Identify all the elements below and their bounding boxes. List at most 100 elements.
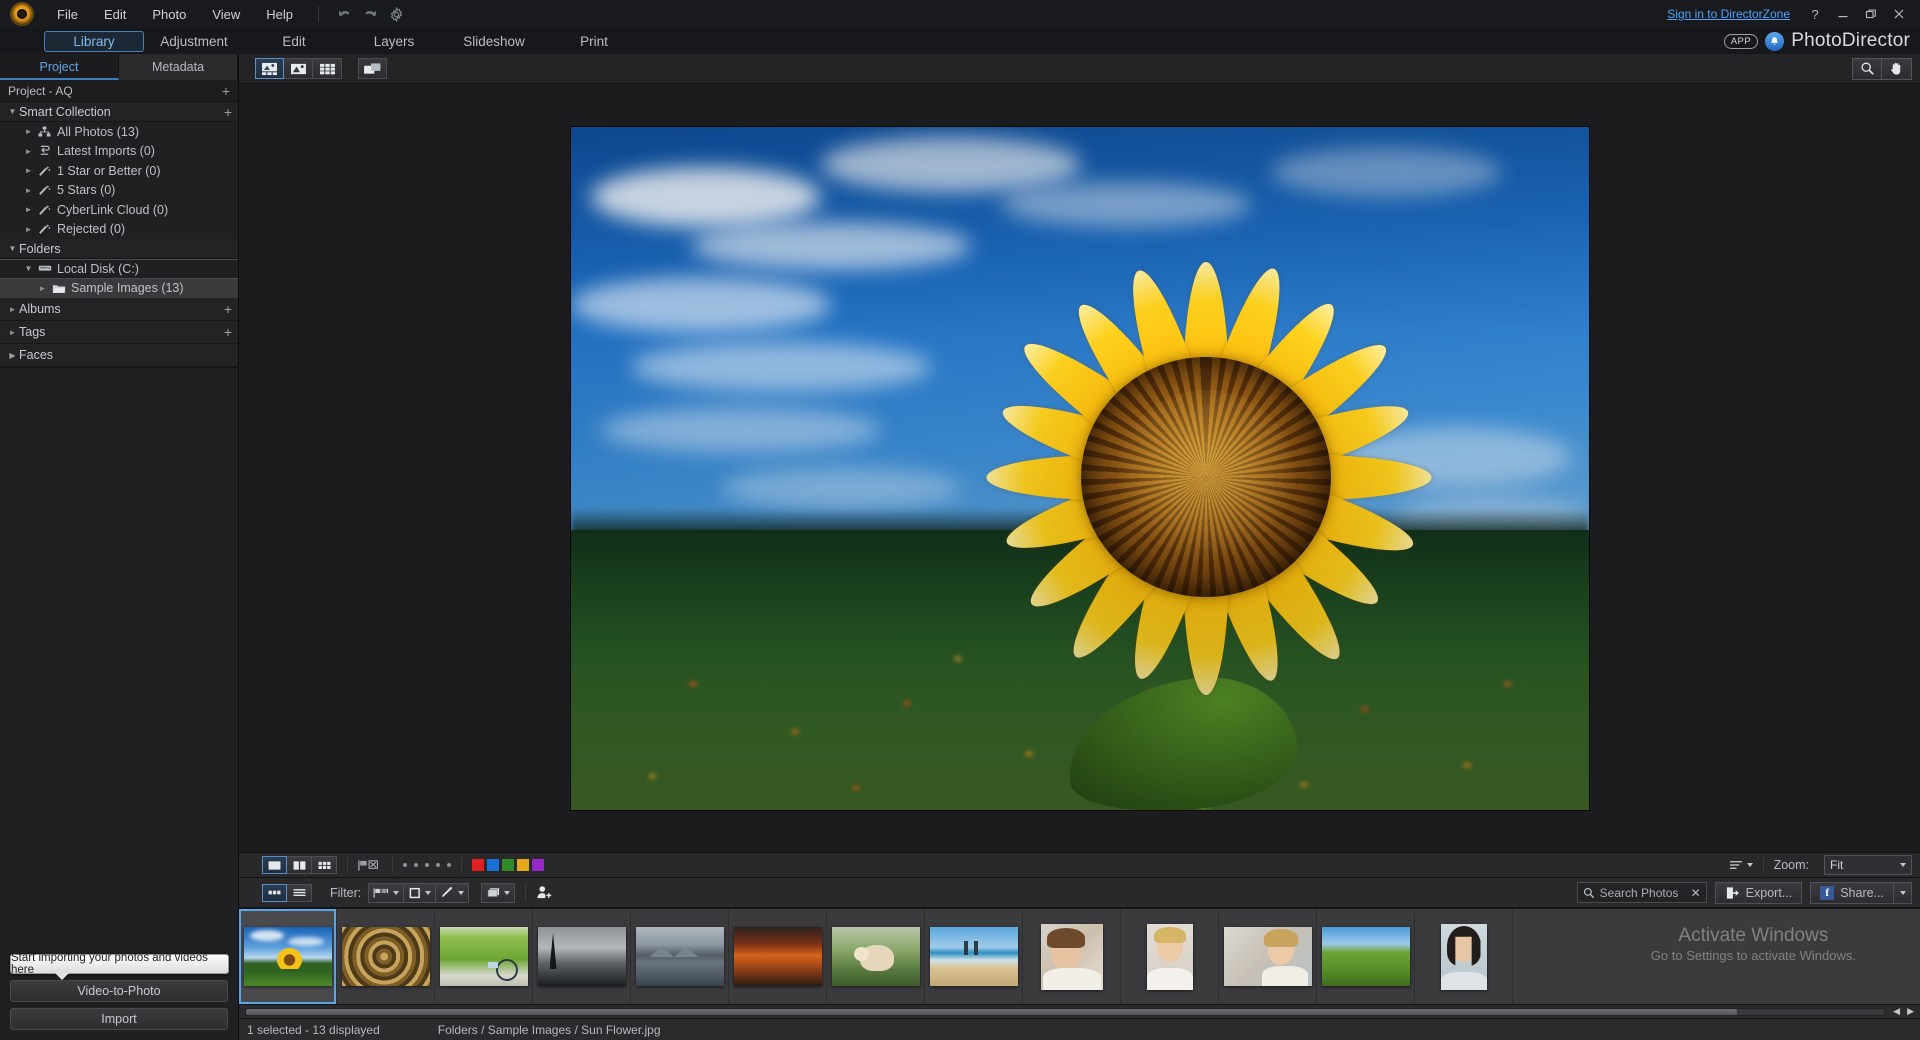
tab-library[interactable]: Library: [44, 31, 144, 52]
zoom-select[interactable]: Fit: [1824, 855, 1912, 875]
layout-one-up[interactable]: [262, 856, 287, 874]
menu-view[interactable]: View: [199, 3, 253, 26]
swatch-red[interactable]: [472, 859, 484, 871]
section-faces[interactable]: ▶ Faces: [0, 344, 238, 367]
view-mode-grid[interactable]: [313, 58, 342, 79]
tree-item-1-star-or-better[interactable]: ► 1 Star or Better (0): [0, 161, 238, 181]
filmstrip-scrollbar[interactable]: ◀ ▶: [239, 1004, 1920, 1018]
toolbar-divider: [318, 6, 319, 22]
add-album-button[interactable]: +: [224, 301, 232, 317]
layout-two-up[interactable]: [287, 856, 312, 874]
filmstrip-item-sunflower[interactable]: [239, 909, 337, 1004]
notification-bell-icon[interactable]: [1765, 32, 1784, 51]
swatch-purple[interactable]: [532, 859, 544, 871]
filmstrip-item-beach[interactable]: [925, 909, 1023, 1004]
search-input[interactable]: Search Photos ✕: [1577, 882, 1707, 903]
chevron-right-icon: ►: [36, 284, 49, 293]
filter-view-thumbnails[interactable]: [262, 884, 287, 902]
swatch-green[interactable]: [502, 859, 514, 871]
export-button[interactable]: Export...: [1715, 882, 1803, 904]
menu-edit[interactable]: Edit: [91, 3, 139, 26]
swatch-yellow[interactable]: [517, 859, 529, 871]
swatch-blue[interactable]: [487, 859, 499, 871]
restore-button[interactable]: [1858, 2, 1884, 26]
filmstrip-item-lake[interactable]: [631, 909, 729, 1004]
filmstrip[interactable]: Activate Windows Go to Settings to activ…: [239, 908, 1920, 1004]
add-project-button[interactable]: +: [222, 83, 230, 99]
section-tags[interactable]: ► Tags +: [0, 321, 238, 344]
view-mode-single[interactable]: [284, 58, 313, 79]
clear-search-button[interactable]: ✕: [1691, 886, 1701, 900]
tree-item-latest-imports[interactable]: ► Latest Imports (0): [0, 142, 238, 162]
sort-list-icon[interactable]: [1729, 859, 1753, 872]
filmstrip-item-portrait-smiling[interactable]: [1023, 909, 1121, 1004]
tree-item-cyberlink-cloud[interactable]: ► CyberLink Cloud (0): [0, 200, 238, 220]
minimize-button[interactable]: [1830, 2, 1856, 26]
flag-reject-icon[interactable]: [358, 859, 382, 872]
filmstrip-item-spiral[interactable]: [337, 909, 435, 1004]
tree-item-sample-images[interactable]: ► Sample Images (13): [0, 279, 238, 299]
status-bar: 1 selected - 13 displayed Folders / Samp…: [239, 1018, 1920, 1040]
section-label-albums: Albums: [19, 302, 61, 316]
share-button[interactable]: f Share...: [1810, 882, 1894, 904]
add-person-icon[interactable]: [536, 885, 553, 900]
add-smart-collection-button[interactable]: +: [224, 104, 232, 120]
scroll-thumb[interactable]: [246, 1009, 1737, 1015]
window-controls: Sign in to DirectorZone ?: [1667, 0, 1912, 28]
filmstrip-item-portrait-sofa[interactable]: [1219, 909, 1317, 1004]
filmstrip-item-portrait-laughing[interactable]: [1121, 909, 1219, 1004]
filmstrip-item-sunset[interactable]: [729, 909, 827, 1004]
filmstrip-item-portrait-dark[interactable]: [1415, 909, 1513, 1004]
stack-filter-dropdown[interactable]: [481, 883, 515, 903]
photo-viewer[interactable]: [239, 84, 1920, 852]
rating-filter-dropdown[interactable]: [404, 883, 436, 903]
menu-help[interactable]: Help: [253, 3, 306, 26]
menu-photo[interactable]: Photo: [139, 3, 199, 26]
tab-project[interactable]: Project: [0, 54, 119, 80]
rating-dots[interactable]: [403, 863, 451, 867]
filmstrip-item-cat[interactable]: [827, 909, 925, 1004]
tree-label-sample-images: Sample Images (13): [71, 281, 184, 295]
tab-edit[interactable]: Edit: [244, 32, 344, 51]
help-button[interactable]: ?: [1802, 2, 1828, 26]
section-smart-collection[interactable]: ▼ Smart Collection +: [0, 102, 238, 122]
menu-file[interactable]: File: [44, 3, 91, 26]
tab-adjustment[interactable]: Adjustment: [144, 32, 244, 51]
tree-item-rejected[interactable]: ► Rejected (0): [0, 220, 238, 240]
tree-item-5-stars[interactable]: ► 5 Stars (0): [0, 181, 238, 201]
section-folders[interactable]: ▼ Folders: [0, 239, 238, 259]
filmstrip-item-mono[interactable]: [533, 909, 631, 1004]
video-to-photo-button[interactable]: Video-to-Photo: [10, 980, 228, 1002]
scroll-right-arrow[interactable]: ▶: [1907, 1006, 1914, 1017]
view-mode-compare[interactable]: [358, 58, 387, 79]
tab-layers[interactable]: Layers: [344, 32, 444, 51]
filmstrip-item-bicycle[interactable]: [435, 909, 533, 1004]
tab-metadata[interactable]: Metadata: [119, 54, 238, 80]
view-mode-filmstrip[interactable]: [255, 58, 284, 79]
zoom-tool-icon[interactable]: [1852, 58, 1882, 80]
add-tag-button[interactable]: +: [224, 324, 232, 340]
sign-in-link[interactable]: Sign in to DirectorZone: [1667, 7, 1790, 21]
tree-item-all-photos[interactable]: ► All Photos (13): [0, 122, 238, 142]
tab-print[interactable]: Print: [544, 32, 644, 51]
flag-filter-dropdown[interactable]: [368, 883, 404, 903]
left-panel-footer: Start importing your photos and videos h…: [0, 974, 238, 1040]
filter-view-list[interactable]: [287, 884, 312, 902]
undo-icon[interactable]: [331, 3, 357, 25]
import-button[interactable]: Import: [10, 1008, 228, 1030]
photo-options-toolbar: Zoom: Fit: [239, 852, 1920, 878]
share-dropdown-button[interactable]: [1894, 882, 1912, 904]
library-tree: ▼ Smart Collection + ► All Photos (13) ►: [0, 102, 238, 367]
section-albums[interactable]: ► Albums +: [0, 298, 238, 321]
scroll-left-arrow[interactable]: ◀: [1893, 1006, 1900, 1017]
tree-item-local-disk[interactable]: ▼ Local Disk (C:): [0, 259, 238, 279]
filmstrip-item-hills[interactable]: [1317, 909, 1415, 1004]
tab-slideshow[interactable]: Slideshow: [444, 32, 544, 51]
settings-gear-icon[interactable]: [383, 3, 409, 25]
edit-filter-dropdown[interactable]: [436, 883, 469, 903]
scroll-track[interactable]: [245, 1008, 1885, 1016]
layout-grid[interactable]: [312, 856, 337, 874]
hand-tool-icon[interactable]: [1882, 58, 1912, 80]
close-button[interactable]: [1886, 2, 1912, 26]
redo-icon[interactable]: [357, 3, 383, 25]
